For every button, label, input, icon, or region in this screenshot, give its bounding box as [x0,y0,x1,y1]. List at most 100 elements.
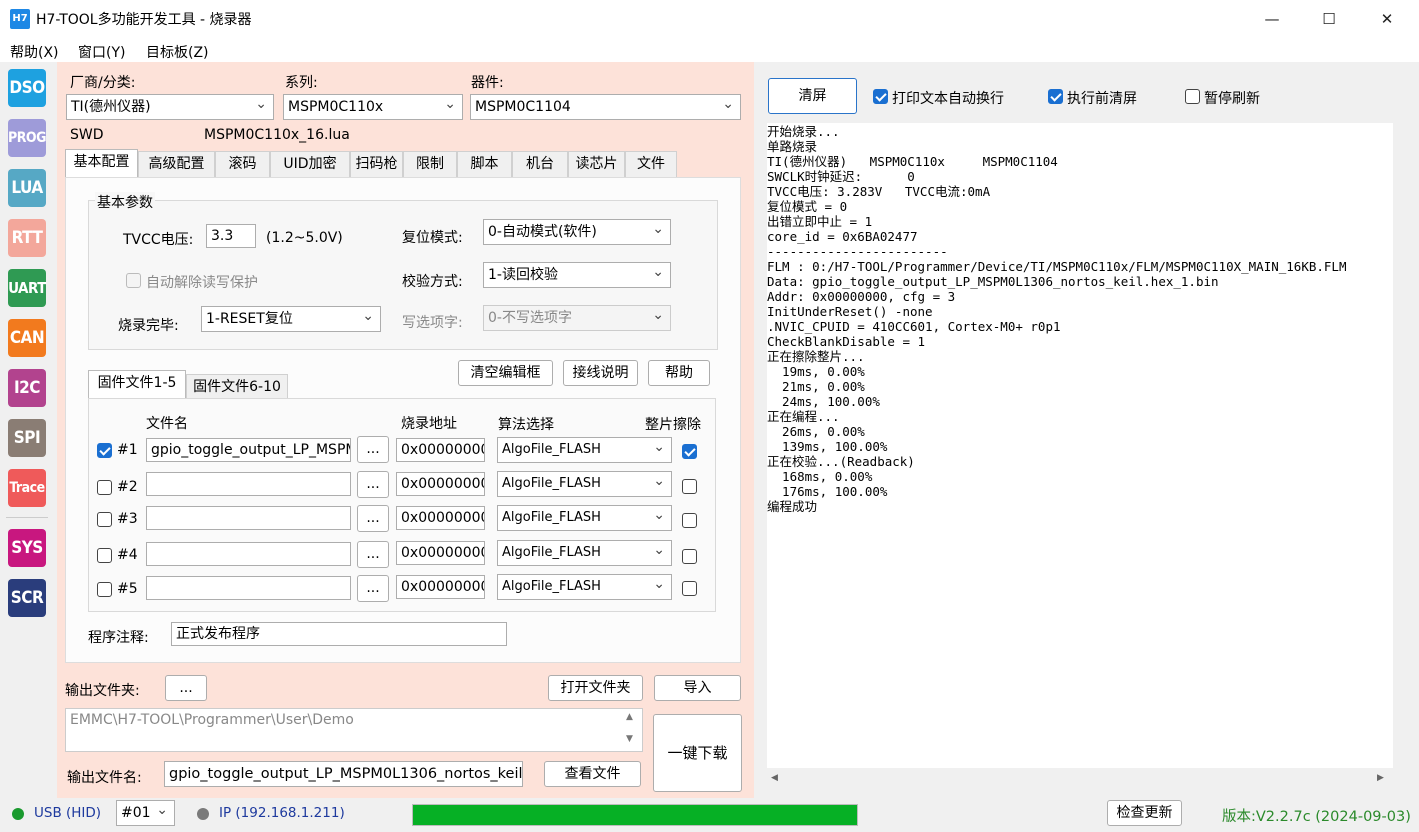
fw-row-5-file-input[interactable] [146,576,351,600]
fw-row-1-file-input[interactable]: gpio_toggle_output_LP_MSPM0L1306_nortos_… [146,438,351,462]
tab-firmware-6-10[interactable]: 固件文件6-10 [186,374,288,400]
sidebar-uart-button[interactable]: UART [8,269,46,307]
log-output[interactable]: 开始烧录... 单路烧录 TI(德州仪器) MSPM0C110x MSPM0C110… [767,123,1393,768]
log-line: 单路烧录 [767,139,818,154]
fw-row-5-erase-checkbox[interactable] [682,581,697,596]
sidebar-spi-button[interactable]: SPI [8,419,46,457]
tab-rolling-code[interactable]: 滚码 [215,151,270,177]
fw-row-3-file-input[interactable] [146,506,351,530]
clear-edit-button[interactable]: 清空编辑框 [458,360,553,386]
log-line: 正在校验...(Readback) [767,454,915,469]
device-port-select[interactable]: #01 [116,800,175,826]
menu-target-board[interactable]: 目标板(Z) [146,42,209,62]
fw-row-4-algorithm-select[interactable]: AlgoFile_FLASH [497,540,672,566]
program-note-input[interactable]: 正式发布程序 [171,622,507,646]
part-select[interactable]: MSPM0C1104 [470,94,741,120]
sidebar-divider [6,517,48,518]
minimize-button[interactable]: — [1245,0,1299,38]
auto-wrap-checkbox[interactable] [873,89,888,104]
fw-row-3-checkbox[interactable] [97,512,112,527]
maximize-button[interactable]: ☐ [1302,0,1356,38]
fw-row-5-address-input[interactable]: 0x00000000 [396,575,485,599]
fw-row-1-address-input[interactable]: 0x00000000 [396,438,485,462]
auto-unlock-checkbox[interactable] [126,273,141,288]
close-button[interactable]: ✕ [1360,0,1414,38]
fw-row-3-erase-checkbox[interactable] [682,513,697,528]
fw-row-2-erase-checkbox[interactable] [682,479,697,494]
tab-scanner[interactable]: 扫码枪 [350,151,403,177]
vendor-select[interactable]: TI(德州仪器) [66,94,274,120]
fw-row-1-checkbox[interactable] [97,443,112,458]
log-line: 复位模式 = 0 [767,199,848,214]
output-folder-browse-button[interactable]: ... [165,675,207,701]
sidebar-sys-button[interactable]: SYS [8,529,46,567]
one-click-download-button[interactable]: 一键下载 [653,714,742,792]
sidebar-scr-button[interactable]: SCR [8,579,46,617]
scroll-down-icon[interactable]: ▼ [626,734,633,744]
fw-row-4-checkbox[interactable] [97,548,112,563]
tab-advanced-config[interactable]: 高级配置 [138,151,215,177]
done-select[interactable]: 1-RESET复位 [201,306,381,332]
fw-row-4-file-input[interactable] [146,542,351,566]
fw-row-1-browse-button[interactable]: ... [357,436,389,463]
tab-script[interactable]: 脚本 [457,151,512,177]
log-vertical-scrollbar[interactable] [1393,123,1410,768]
tvcc-range-label: (1.2~5.0V) [266,230,343,246]
log-line: TVCC电压: 3.283V TVCC电流:0mA [767,184,991,199]
tab-limit[interactable]: 限制 [403,151,457,177]
check-update-button[interactable]: 检查更新 [1107,800,1182,826]
fw-row-1-algorithm-select[interactable]: AlgoFile_FLASH [497,437,672,463]
fw-row-2-file-input[interactable] [146,472,351,496]
log-line: 编程成功 [767,499,818,514]
menu-help[interactable]: 帮助(X) [10,42,59,62]
fw-row-2-algorithm-select[interactable]: AlgoFile_FLASH [497,471,672,497]
fw-row-3-address-input[interactable]: 0x00000000 [396,506,485,530]
clear-log-button[interactable]: 清屏 [768,78,857,114]
sidebar-dso-button[interactable]: DSO [8,69,46,107]
fw-row-5-browse-button[interactable]: ... [357,575,389,602]
view-file-button[interactable]: 查看文件 [544,761,641,787]
sidebar-prog-button[interactable]: PROG [8,119,46,157]
fw-row-4-browse-button[interactable]: ... [357,541,389,568]
tab-firmware-1-5[interactable]: 固件文件1-5 [88,370,186,398]
tab-file[interactable]: 文件 [625,151,677,177]
output-file-input[interactable]: gpio_toggle_output_LP_MSPM0L1306_nortos_… [164,761,523,787]
tab-uid-encrypt[interactable]: UID加密 [270,151,350,177]
fw-row-3-algorithm-select[interactable]: AlgoFile_FLASH [497,505,672,531]
help-button[interactable]: 帮助 [648,360,710,386]
fw-row-3-browse-button[interactable]: ... [357,505,389,532]
tvcc-input[interactable]: 3.3 [206,224,256,248]
scroll-left-icon[interactable]: ◀ [771,773,778,783]
wiring-guide-button[interactable]: 接线说明 [563,360,638,386]
fw-row-2-address-input[interactable]: 0x00000000 [396,472,485,496]
reset-mode-select[interactable]: 0-自动模式(软件) [483,219,671,245]
scroll-right-icon[interactable]: ▶ [1377,773,1384,783]
tab-basic-config[interactable]: 基本配置 [65,149,138,177]
series-select[interactable]: MSPM0C110x [283,94,463,120]
sidebar-lua-button[interactable]: LUA [8,169,46,207]
sidebar-i2c-button[interactable]: I2C [8,369,46,407]
sidebar-rtt-button[interactable]: RTT [8,219,46,257]
fw-row-2-checkbox[interactable] [97,480,112,495]
tab-read-chip[interactable]: 读芯片 [568,151,625,177]
sidebar-trace-button[interactable]: Trace [8,469,46,507]
log-line: 出错立即中止 = 1 [767,214,873,229]
menu-window[interactable]: 窗口(Y) [78,42,125,62]
sidebar-can-button[interactable]: CAN [8,319,46,357]
pause-refresh-checkbox[interactable] [1185,89,1200,104]
clear-before-run-checkbox[interactable] [1048,89,1063,104]
log-horizontal-scrollbar[interactable] [767,768,1393,790]
progress-fill [413,805,857,825]
option-bytes-select[interactable]: 0-不写选项字 [483,305,671,331]
scroll-up-icon[interactable]: ▲ [626,712,633,722]
fw-row-5-algorithm-select[interactable]: AlgoFile_FLASH [497,574,672,600]
fw-row-2-browse-button[interactable]: ... [357,471,389,498]
open-folder-button[interactable]: 打开文件夹 [548,675,643,701]
import-button[interactable]: 导入 [654,675,741,701]
fw-row-4-address-input[interactable]: 0x00000000 [396,541,485,565]
fw-row-4-erase-checkbox[interactable] [682,549,697,564]
verify-select[interactable]: 1-读回校验 [483,262,671,288]
fw-row-1-erase-checkbox[interactable] [682,444,697,459]
fw-row-5-checkbox[interactable] [97,582,112,597]
tab-machine[interactable]: 机台 [512,151,568,177]
